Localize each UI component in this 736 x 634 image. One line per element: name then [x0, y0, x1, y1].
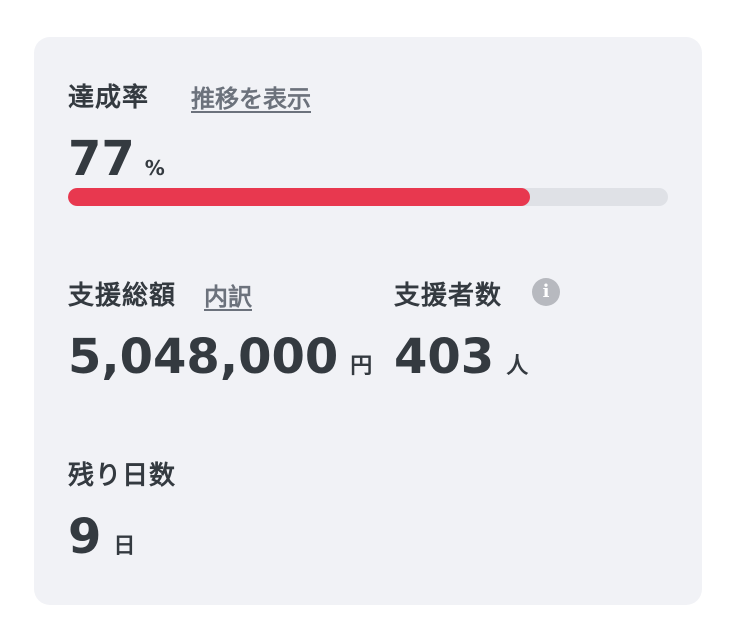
supporters-value: 403: [394, 329, 495, 385]
total-support-value: 5,048,000: [68, 329, 339, 385]
total-support-label: 支援総額: [68, 281, 177, 311]
achievement-value: 77: [68, 131, 135, 187]
achievement-label: 達成率: [68, 83, 150, 113]
total-support-value-row: 5,048,000 円: [68, 329, 372, 385]
funding-stats-card: 達成率 推移を表示 77% 支援総額 内訳 5,048,000 円 支援者数 i …: [34, 37, 702, 605]
achievement-progress-bar: [68, 188, 668, 206]
achievement-unit: %: [144, 156, 165, 180]
days-left-value-row: 9日: [68, 509, 135, 565]
show-history-link[interactable]: 推移を表示: [191, 79, 311, 114]
info-icon[interactable]: i: [532, 278, 560, 306]
supporters-value-row: 403 人: [394, 329, 528, 385]
achievement-progress-fill: [68, 188, 530, 206]
days-left-label: 残り日数: [68, 461, 177, 491]
days-left-unit: 日: [113, 534, 136, 559]
total-support-unit: 円: [350, 354, 373, 379]
supporters-unit: 人: [506, 354, 529, 379]
achievement-value-row: 77%: [68, 131, 165, 187]
breakdown-link[interactable]: 内訳: [204, 277, 252, 312]
days-left-value: 9: [68, 509, 102, 565]
supporters-label: 支援者数: [394, 281, 503, 311]
